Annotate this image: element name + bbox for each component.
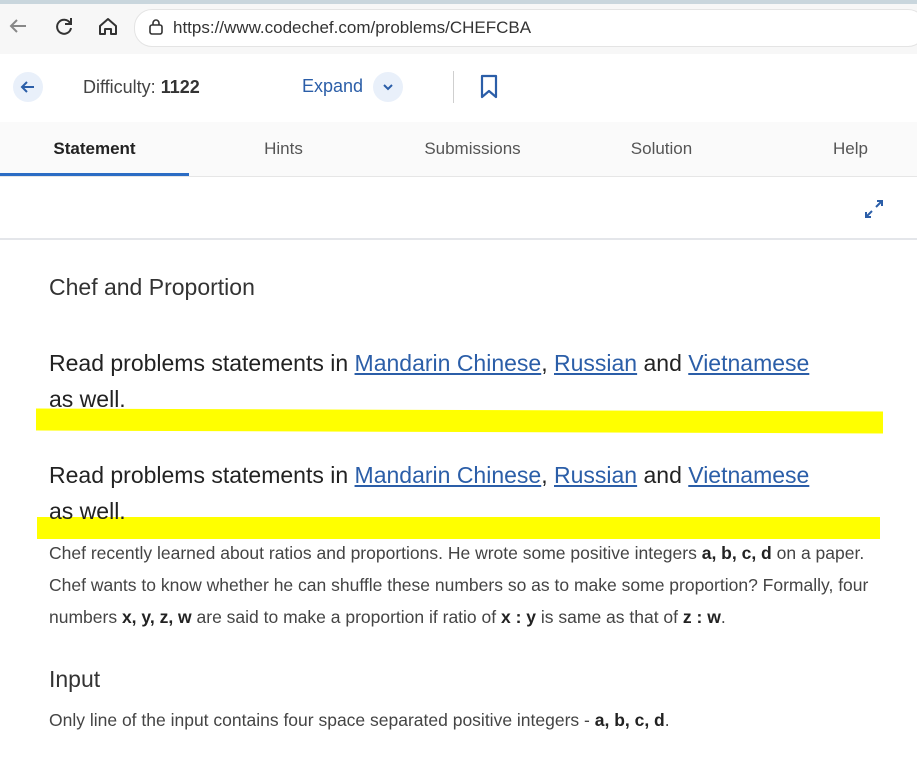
fullscreen-icon[interactable] — [862, 197, 886, 226]
chevron-down-icon — [383, 84, 393, 91]
notice-separator: , — [541, 350, 554, 376]
language-notice: Read problems statements in Mandarin Chi… — [49, 345, 869, 417]
back-arrow-icon[interactable] — [4, 12, 32, 40]
tab-solution[interactable]: Solution — [567, 122, 756, 176]
expand-button[interactable]: Expand — [302, 76, 363, 97]
notice-text: Read problems statements in — [49, 350, 355, 376]
browser-tab-strip — [0, 0, 917, 4]
address-bar[interactable]: https://www.codechef.com/problems/CHEFCB… — [134, 9, 917, 47]
input-description: Only line of the input contains four spa… — [49, 710, 670, 730]
notice-and: and — [637, 462, 689, 488]
tab-help[interactable]: Help — [756, 122, 917, 176]
url-text: https://www.codechef.com/problems/CHEFCB… — [173, 18, 532, 37]
link-russian[interactable]: Russian — [554, 350, 637, 376]
arrow-left-icon — [20, 81, 34, 93]
input-heading: Input — [49, 666, 101, 692]
bookmark-icon[interactable] — [479, 74, 499, 105]
header-divider — [453, 71, 454, 103]
notice-separator: , — [541, 462, 554, 488]
back-button[interactable] — [13, 72, 43, 102]
link-mandarin[interactable]: Mandarin Chinese — [355, 462, 542, 488]
tab-hints[interactable]: Hints — [189, 122, 378, 176]
problem-tabs: Statement Hints Submissions Solution Hel… — [0, 122, 917, 177]
notice-suffix: as well. — [49, 386, 126, 412]
statement-paragraph: Chef recently learned about ratios and p… — [49, 543, 869, 627]
problem-title: Chef and Proportion — [49, 274, 255, 300]
difficulty-value: 1122 — [160, 77, 200, 97]
link-vietnamese[interactable]: Vietnamese — [688, 350, 809, 376]
notice-and: and — [637, 350, 689, 376]
tab-submissions[interactable]: Submissions — [378, 122, 567, 176]
notice-suffix: as well. — [49, 498, 126, 524]
home-icon[interactable] — [94, 12, 122, 40]
link-vietnamese[interactable]: Vietnamese — [688, 462, 809, 488]
language-notice: Read problems statements in Mandarin Chi… — [49, 457, 869, 529]
statement-toolbar — [0, 177, 917, 240]
expand-chevron-button[interactable] — [373, 72, 403, 102]
site-info-icon[interactable] — [147, 18, 165, 41]
reload-icon[interactable] — [50, 12, 78, 40]
notice-text: Read problems statements in — [49, 462, 355, 488]
browser-toolbar: https://www.codechef.com/problems/CHEFCB… — [0, 0, 917, 54]
link-russian[interactable]: Russian — [554, 462, 637, 488]
theme-toggle-moon-icon[interactable] — [243, 77, 265, 104]
problem-header: Difficulty: 1122 Expand — [0, 54, 917, 122]
difficulty-label: Difficulty: — [83, 77, 156, 97]
tab-statement[interactable]: Statement — [0, 122, 189, 176]
link-mandarin[interactable]: Mandarin Chinese — [355, 350, 542, 376]
difficulty-rating: Difficulty: 1122 — [83, 77, 200, 98]
